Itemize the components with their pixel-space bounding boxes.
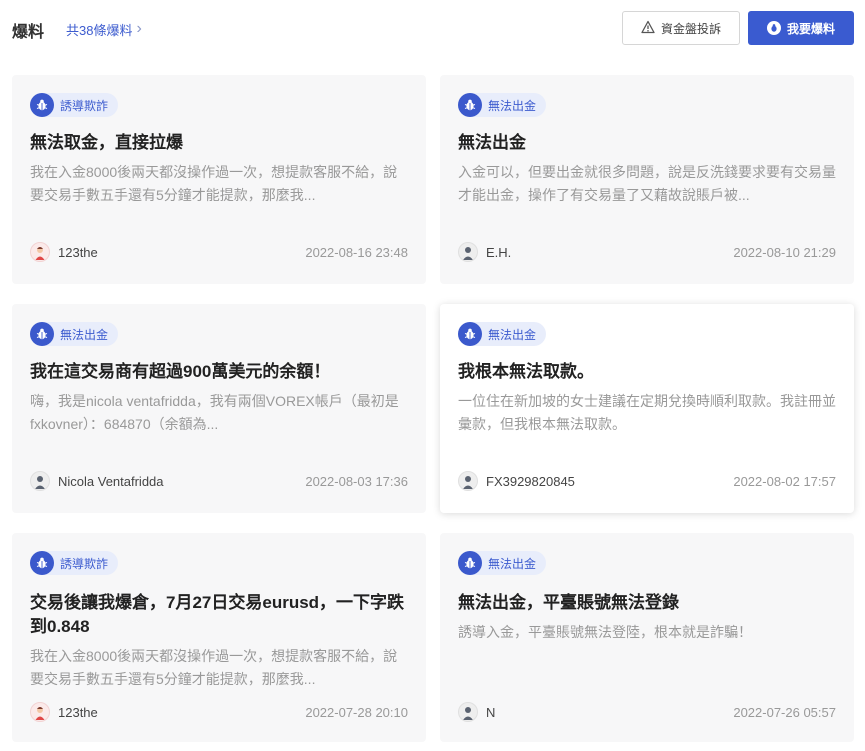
report-card[interactable]: 無法出金 無法出金，平臺賬號無法登錄 誘導入金，平臺賬號無法登陸，根本就是詐騙！… [440,533,854,742]
author-name: N [486,704,496,720]
category-tag-label: 無法出金 [488,327,537,342]
post-date: 2022-08-16 23:48 [305,244,408,260]
card-excerpt: 入金可以，但要出金就很多問題，說是反洗錢要求要有交易量才能出金，操作了有交易量了… [458,164,836,203]
author-name: FX3929820845 [486,473,575,489]
author-name: 123the [58,244,98,260]
person-red-icon [30,702,50,722]
post-date: 2022-08-02 17:57 [733,473,836,489]
card-title: 無法取金，直接拉爆 [30,133,183,152]
bug-icon [30,322,54,346]
category-tag: 無法出金 [458,551,547,575]
report-card[interactable]: 誘導欺詐 交易後讓我爆倉，7月27日交易eurusd，一下字跌到0.848 我在… [12,533,426,742]
category-tag-label: 誘導欺詐 [60,556,109,571]
bug-icon [30,551,54,575]
post-date: 2022-08-10 21:29 [733,244,836,260]
category-tag-label: 誘導欺詐 [60,98,109,113]
card-excerpt: 嗨，我是nicola ventafridda，我有兩個VOREX帳戶（最初是 f… [30,393,399,432]
complaint-button-label: 資金盤投訴 [660,21,721,36]
category-tag-label: 無法出金 [60,327,109,342]
submit-report-button[interactable]: 我要爆料 [748,11,854,45]
person-gray-icon [30,471,50,491]
report-button-label: 我要爆料 [786,21,835,36]
author: N [458,702,495,722]
bug-icon [458,551,482,575]
report-card[interactable]: 無法出金 我根本無法取款。 一位住在新加坡的女士建議在定期兌換時順利取款。我註冊… [440,304,854,513]
author-name: Nicola Ventafridda [58,473,164,489]
card-title: 我在這交易商有超過900萬美元的余額！ [30,362,331,381]
card-title: 我根本無法取款。 [458,362,594,381]
author: 123the [30,242,98,262]
chevron-right-icon: › [136,20,142,37]
report-count-label: 共38條爆料 [66,23,133,38]
category-tag: 誘導欺詐 [30,93,119,117]
report-count-link[interactable]: 共38條爆料 › [66,20,142,39]
card-footer: N 2022-07-26 05:57 [458,701,836,723]
report-card[interactable]: 誘導欺詐 無法取金，直接拉爆 我在入金8000後兩天都沒操作過一次，想提款客服不… [12,75,426,284]
bug-icon [458,93,482,117]
warning-icon [641,20,655,37]
author: 123the [30,702,98,722]
person-red-icon [30,242,50,262]
author-name: E.H. [486,244,512,260]
category-tag-label: 無法出金 [488,98,537,113]
person-gray-icon [458,471,478,491]
section-header: 爆料 共38條爆料 › 資金盤投訴 我要爆料 [0,0,865,58]
card-title: 無法出金 [458,133,526,152]
card-excerpt: 誘導入金，平臺賬號無法登陸，根本就是詐騙！ [458,624,752,640]
card-footer: 123the 2022-07-28 20:10 [30,701,408,723]
card-footer: 123the 2022-08-16 23:48 [30,241,408,263]
card-title: 交易後讓我爆倉，7月27日交易eurusd，一下字跌到0.848 [30,593,405,636]
author: Nicola Ventafridda [30,471,164,491]
fund-scheme-complaint-button[interactable]: 資金盤投訴 [622,11,740,45]
post-date: 2022-07-28 20:10 [305,704,408,720]
card-footer: Nicola Ventafridda 2022-08-03 17:36 [30,470,408,492]
card-excerpt: 我在入金8000後兩天都沒操作過一次，想提款客服不給，說要交易手數五手還有5分鐘… [30,164,398,203]
report-card[interactable]: 無法出金 我在這交易商有超過900萬美元的余額！ 嗨，我是nicola vent… [12,304,426,513]
card-title: 無法出金，平臺賬號無法登錄 [458,593,679,612]
card-footer: E.H. 2022-08-10 21:29 [458,241,836,263]
bug-icon [458,322,482,346]
section-title: 爆料 [12,24,45,41]
card-excerpt: 一位住在新加坡的女士建議在定期兌換時順利取款。我註冊並彙款，但我根本無法取款。 [458,393,836,432]
card-footer: FX3929820845 2022-08-02 17:57 [458,470,836,492]
person-gray-icon [458,702,478,722]
post-date: 2022-07-26 05:57 [733,704,836,720]
author-name: 123the [58,704,98,720]
author: E.H. [458,242,511,262]
report-card[interactable]: 無法出金 無法出金 入金可以，但要出金就很多問題，說是反洗錢要求要有交易量才能出… [440,75,854,284]
bug-icon [30,93,54,117]
category-tag: 誘導欺詐 [30,551,119,575]
bug-icon [766,21,781,35]
category-tag: 無法出金 [30,322,119,346]
author: FX3929820845 [458,471,575,491]
post-date: 2022-08-03 17:36 [305,473,408,489]
card-excerpt: 我在入金8000後兩天都沒操作過一次，想提款客服不給，說要交易手數五手還有5分鐘… [30,648,398,687]
person-gray-icon [458,242,478,262]
category-tag-label: 無法出金 [488,556,537,571]
category-tag: 無法出金 [458,322,547,346]
category-tag: 無法出金 [458,93,547,117]
